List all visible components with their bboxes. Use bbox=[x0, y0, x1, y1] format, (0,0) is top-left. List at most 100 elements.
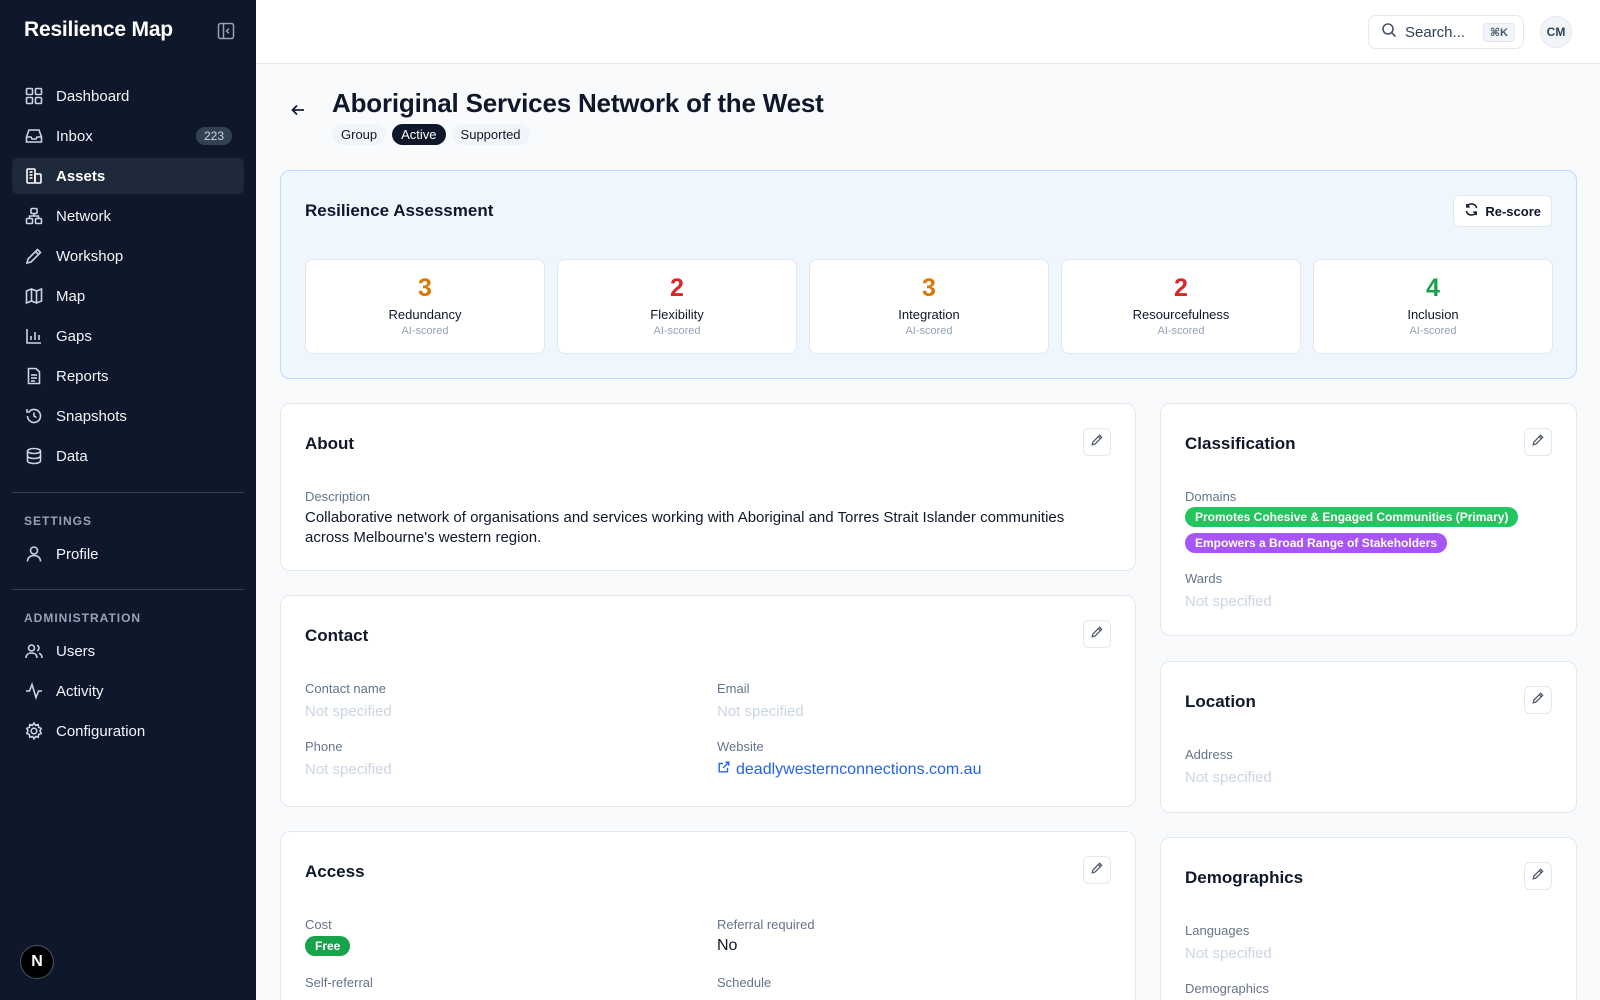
sidebar-item-label: Gaps bbox=[56, 327, 92, 345]
score-name: Inclusion bbox=[1407, 307, 1459, 322]
contact-name-label: Contact name bbox=[305, 681, 386, 696]
pencil-icon bbox=[1531, 433, 1545, 452]
status-chips: Group Active Supported bbox=[332, 124, 530, 145]
website-url: deadlywesternconnections.com.au bbox=[736, 760, 982, 778]
score-integration: 3 Integration AI-scored bbox=[809, 259, 1049, 354]
score-cards: 3 Redundancy AI-scored 2 Flexibility AI-… bbox=[305, 259, 1553, 354]
sidebar-item-network[interactable]: Network bbox=[12, 198, 244, 234]
sidebar-item-gaps[interactable]: Gaps bbox=[12, 318, 244, 354]
framework-logo[interactable]: N bbox=[20, 945, 54, 979]
sidebar-item-profile[interactable]: Profile bbox=[12, 536, 244, 572]
score-source: AI-scored bbox=[653, 325, 701, 337]
sidebar-item-map[interactable]: Map bbox=[12, 278, 244, 314]
wards-label: Wards bbox=[1185, 571, 1223, 586]
sidebar-item-label: Workshop bbox=[56, 247, 124, 265]
edit-classification-button[interactable] bbox=[1524, 428, 1552, 456]
users-icon bbox=[24, 641, 44, 661]
back-arrow-icon[interactable] bbox=[288, 100, 308, 120]
cost-value: Free bbox=[305, 936, 351, 956]
website-label: Website bbox=[717, 739, 764, 754]
network-icon bbox=[24, 206, 44, 226]
edit-contact-button[interactable] bbox=[1083, 620, 1111, 648]
sidebar-item-activity[interactable]: Activity bbox=[12, 673, 244, 709]
search-placeholder: Search... bbox=[1405, 23, 1466, 41]
sidebar-item-configuration[interactable]: Configuration bbox=[12, 713, 244, 749]
sidebar-item-label: Inbox bbox=[56, 127, 93, 145]
sidebar-item-label: Assets bbox=[56, 167, 106, 185]
edit-access-button[interactable] bbox=[1083, 856, 1111, 884]
pencil-icon bbox=[1090, 861, 1104, 880]
score-resourcefulness: 2 Resourcefulness AI-scored bbox=[1061, 259, 1301, 354]
self-referral-label: Self-referral bbox=[305, 975, 373, 990]
card-title: Resilience Assessment bbox=[305, 201, 494, 220]
sidebar-item-inbox[interactable]: Inbox 223 bbox=[12, 118, 244, 154]
score-value: 2 bbox=[670, 274, 684, 302]
score-source: AI-scored bbox=[401, 325, 449, 337]
website-link[interactable]: deadlywesternconnections.com.au bbox=[717, 760, 981, 779]
card-title: Contact bbox=[305, 626, 369, 645]
rescore-button[interactable]: Re-score bbox=[1453, 195, 1552, 227]
sidebar-item-label: Dashboard bbox=[56, 87, 130, 105]
demographics-card: Demographics Languages Not specified Dem… bbox=[1160, 837, 1577, 1000]
bar-chart-icon bbox=[24, 326, 44, 346]
location-card: Location Address Not specified bbox=[1160, 661, 1577, 813]
sidebar-item-users[interactable]: Users bbox=[12, 633, 244, 669]
edit-location-button[interactable] bbox=[1524, 686, 1552, 714]
edit-about-button[interactable] bbox=[1083, 428, 1111, 456]
email-value: Not specified bbox=[717, 703, 804, 720]
score-value: 4 bbox=[1426, 274, 1440, 302]
score-value: 3 bbox=[922, 274, 936, 302]
phone-value: Not specified bbox=[305, 761, 392, 778]
languages-label: Languages bbox=[1185, 923, 1250, 938]
sidebar-item-dashboard[interactable]: Dashboard bbox=[12, 78, 244, 114]
description-text: Collaborative network of organisations a… bbox=[305, 509, 1065, 546]
sidebar-item-label: Profile bbox=[56, 545, 99, 563]
settings-section-title: SETTINGS bbox=[24, 514, 93, 528]
access-card: Access Cost Free Referral required No Se… bbox=[280, 831, 1136, 1000]
sidebar-item-label: Map bbox=[56, 287, 86, 305]
domain-primary-tag: Promotes Cohesive & Engaged Communities … bbox=[1185, 507, 1519, 527]
sidebar-item-assets[interactable]: Assets bbox=[12, 158, 244, 194]
score-value: 2 bbox=[1174, 274, 1188, 302]
admin-nav: Users Activity Configuration bbox=[12, 633, 244, 753]
score-source: AI-scored bbox=[905, 325, 953, 337]
sidebar-divider bbox=[12, 589, 244, 590]
about-card: About Description Collaborative network … bbox=[280, 403, 1136, 571]
search-shortcut: ⌘K bbox=[1482, 23, 1515, 42]
sidebar-item-data[interactable]: Data bbox=[12, 438, 244, 474]
dashboard-icon bbox=[24, 86, 44, 106]
sidebar-item-workshop[interactable]: Workshop bbox=[12, 238, 244, 274]
sidebar-item-snapshots[interactable]: Snapshots bbox=[12, 398, 244, 434]
pencil-icon bbox=[1090, 625, 1104, 644]
document-icon bbox=[24, 366, 44, 386]
inbox-icon bbox=[24, 126, 44, 146]
activity-icon bbox=[24, 681, 44, 701]
address-value: Not specified bbox=[1185, 769, 1272, 786]
sidebar-collapse-icon[interactable] bbox=[216, 21, 236, 41]
administration-section-title: ADMINISTRATION bbox=[24, 611, 142, 625]
sidebar-item-label: Activity bbox=[56, 682, 104, 700]
avatar[interactable]: CM bbox=[1540, 16, 1572, 48]
classification-card: Classification Domains Promotes Cohesive… bbox=[1160, 403, 1577, 636]
email-label: Email bbox=[717, 681, 750, 696]
search-input[interactable]: Search... ⌘K bbox=[1368, 15, 1524, 49]
domains-label: Domains bbox=[1185, 489, 1237, 504]
edit-demographics-button[interactable] bbox=[1524, 862, 1552, 890]
topbar: Search... ⌘K CM bbox=[256, 0, 1600, 64]
phone-label: Phone bbox=[305, 739, 343, 754]
sidebar-item-label: Reports bbox=[56, 367, 109, 385]
sidebar-item-label: Snapshots bbox=[56, 407, 127, 425]
page-title: Aboriginal Services Network of the West bbox=[332, 88, 824, 118]
schedule-label: Schedule bbox=[717, 975, 772, 990]
pencil-icon bbox=[1531, 867, 1545, 886]
description-label: Description bbox=[305, 489, 371, 504]
app-title: Resilience Map bbox=[24, 18, 173, 41]
card-title: Location bbox=[1185, 692, 1256, 711]
score-name: Redundancy bbox=[388, 307, 462, 322]
wards-value: Not specified bbox=[1185, 593, 1272, 610]
card-title: Classification bbox=[1185, 434, 1296, 453]
sidebar-item-reports[interactable]: Reports bbox=[12, 358, 244, 394]
sidebar-item-label: Users bbox=[56, 642, 96, 660]
cost-badge: Free bbox=[305, 936, 351, 956]
demographics-label: Demographics bbox=[1185, 981, 1269, 996]
